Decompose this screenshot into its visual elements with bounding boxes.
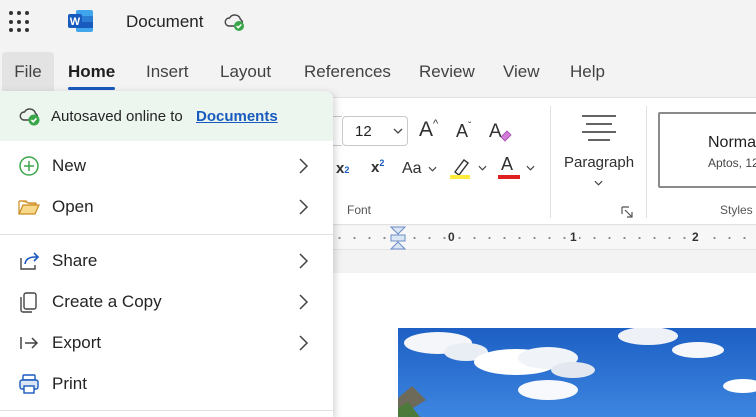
menu-item-new[interactable]: New (0, 146, 333, 186)
font-color-icon: A (501, 154, 514, 174)
tab-layout[interactable]: Layout (220, 52, 271, 92)
menu-item-share[interactable]: Share (0, 241, 333, 281)
app-launcher-icon[interactable] (9, 11, 31, 33)
share-icon (20, 252, 40, 270)
horizontal-ruler[interactable]: 0 1 2 (332, 226, 756, 250)
menu-item-label: Print (52, 374, 87, 393)
indent-marker-icon[interactable] (389, 226, 407, 250)
autosave-banner: Autosaved online to Documents (0, 91, 333, 141)
document-canvas[interactable] (332, 251, 756, 417)
word-icon[interactable]: W (68, 9, 94, 33)
export-icon (20, 337, 39, 349)
change-case-label: Aa (402, 160, 422, 177)
paragraph-align-icon (582, 115, 616, 141)
chevron-right-icon (299, 294, 309, 310)
ribbon-tabs: File Home Insert Layout References Revie… (0, 52, 756, 92)
clear-formatting-icon[interactable]: A (487, 118, 513, 144)
chevron-down-icon (478, 165, 487, 171)
styles-group-label: Styles (720, 203, 753, 217)
menu-item-label: Export (52, 333, 102, 352)
subscript-button[interactable]: x2 (336, 160, 349, 177)
menu-item-open[interactable]: Open (0, 187, 333, 227)
copy-icon (20, 292, 37, 313)
chevron-right-icon (299, 335, 309, 351)
menu-item-export[interactable]: Export (0, 323, 333, 363)
style-name: Normal (708, 134, 756, 151)
chevron-down-icon (393, 128, 403, 134)
paragraph-button[interactable]: Paragraph (560, 110, 640, 200)
tab-references[interactable]: References (304, 52, 391, 92)
font-group-label: Font (347, 203, 372, 217)
plus-circle-icon (19, 156, 39, 176)
chevron-right-icon (299, 253, 309, 269)
ruler-mark-0: 0 (446, 230, 457, 244)
highlight-color-button[interactable] (450, 156, 492, 184)
ruler-mark-2: 2 (690, 230, 701, 244)
font-color-swatch (498, 175, 520, 179)
menu-item-label: Open (52, 197, 94, 216)
grow-font-button[interactable]: A^ (419, 118, 438, 142)
file-menu: Autosaved online to Documents New Open S… (0, 91, 333, 417)
grow-font-icon: A (419, 118, 434, 141)
tab-help[interactable]: Help (570, 52, 605, 92)
cloud-saved-icon[interactable] (223, 10, 247, 34)
style-normal-preview[interactable]: Normal Aptos, 12 (658, 112, 756, 188)
svg-text:A: A (489, 121, 502, 142)
chevron-right-icon (299, 158, 309, 174)
cloud-saved-icon (19, 108, 40, 126)
menu-item-label: Share (52, 251, 98, 270)
chevron-right-icon (299, 199, 309, 215)
title-bar: W Document (0, 0, 756, 44)
menu-item-print[interactable]: Print (0, 364, 333, 404)
superscript-button[interactable]: x2 (371, 158, 384, 176)
menu-divider (0, 410, 333, 411)
documents-link[interactable]: Documents (196, 108, 278, 125)
font-color-button[interactable]: A (498, 154, 540, 184)
autosave-text: Autosaved online to (51, 108, 183, 125)
menu-item-label: New (52, 156, 87, 175)
change-case-button[interactable]: Aa (402, 160, 437, 178)
font-size-dropdown[interactable]: 12 (342, 116, 408, 146)
shrink-font-icon: A (456, 121, 469, 141)
ribbon-separator (550, 106, 551, 218)
chevron-down-icon (428, 166, 437, 172)
chevron-down-icon (526, 165, 535, 171)
document-title[interactable]: Document (126, 12, 203, 32)
font-size-value: 12 (355, 123, 372, 140)
shrink-font-button[interactable]: Aˇ (456, 121, 471, 142)
tab-file[interactable]: File (2, 52, 54, 92)
chevron-down-icon (594, 180, 603, 186)
ruler-mark-1: 1 (568, 230, 579, 244)
folder-open-icon (18, 200, 40, 215)
svg-text:W: W (70, 16, 81, 28)
print-icon (19, 374, 39, 394)
menu-item-label: Create a Copy (52, 292, 162, 311)
style-font: Aptos, 12 (708, 156, 756, 170)
inserted-photo[interactable] (398, 328, 756, 417)
menu-divider (0, 234, 333, 235)
dialog-launcher-icon[interactable] (621, 206, 633, 218)
tab-home[interactable]: Home (68, 52, 116, 92)
highlighter-icon (450, 159, 470, 179)
tab-insert[interactable]: Insert (146, 52, 189, 92)
tab-view[interactable]: View (503, 52, 540, 92)
menu-item-create-copy[interactable]: Create a Copy (0, 282, 333, 322)
paragraph-label: Paragraph (564, 154, 635, 171)
tab-review[interactable]: Review (419, 52, 475, 92)
ribbon-separator (646, 106, 647, 218)
